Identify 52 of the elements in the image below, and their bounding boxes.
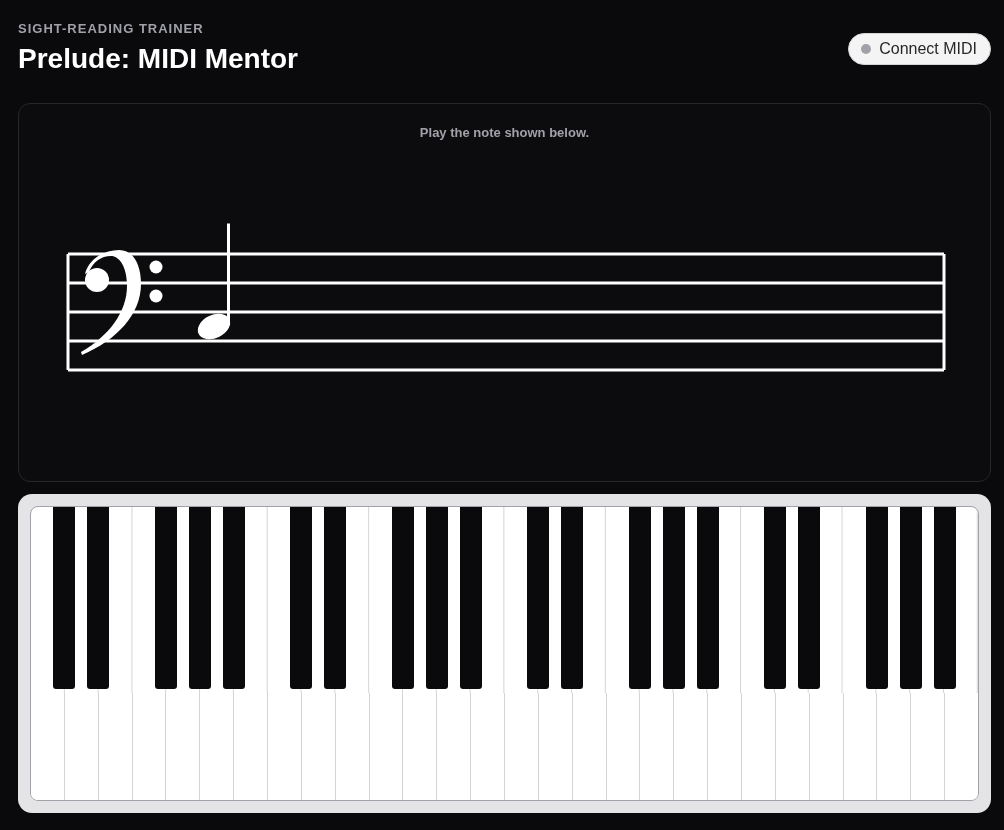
natural-key[interactable] bbox=[606, 693, 640, 800]
sharp-key[interactable] bbox=[899, 507, 922, 689]
natural-key[interactable] bbox=[64, 693, 98, 800]
natural-key[interactable] bbox=[403, 693, 437, 800]
natural-key[interactable] bbox=[301, 693, 335, 800]
sharp-key[interactable] bbox=[391, 507, 414, 689]
sharp-key[interactable] bbox=[459, 507, 482, 689]
sharp-key[interactable] bbox=[87, 507, 110, 689]
natural-key[interactable] bbox=[572, 693, 606, 800]
sharp-key[interactable] bbox=[188, 507, 211, 689]
natural-key[interactable] bbox=[911, 693, 945, 800]
natural-key[interactable] bbox=[742, 693, 775, 800]
sharp-key[interactable] bbox=[696, 507, 719, 689]
sharp-key[interactable] bbox=[290, 507, 313, 689]
natural-key[interactable] bbox=[809, 693, 843, 800]
sharp-key[interactable] bbox=[527, 507, 550, 689]
sharp-key[interactable] bbox=[865, 507, 888, 689]
sharp-key[interactable] bbox=[764, 507, 787, 689]
natural-key[interactable] bbox=[775, 693, 809, 800]
natural-key[interactable] bbox=[132, 693, 166, 800]
natural-key[interactable] bbox=[505, 693, 538, 800]
natural-key[interactable] bbox=[843, 693, 877, 800]
natural-key[interactable] bbox=[877, 693, 911, 800]
natural-key[interactable] bbox=[369, 693, 403, 800]
sharp-key[interactable] bbox=[324, 507, 347, 689]
natural-key[interactable] bbox=[471, 693, 505, 800]
natural-key[interactable] bbox=[234, 693, 267, 800]
prompt-text: Play the note shown below. bbox=[419, 125, 590, 141]
sharp-key[interactable] bbox=[53, 507, 76, 689]
natural-key[interactable] bbox=[335, 693, 369, 800]
natural-key[interactable] bbox=[640, 693, 674, 800]
natural-key[interactable] bbox=[674, 693, 708, 800]
natural-key[interactable] bbox=[166, 693, 200, 800]
natural-key[interactable] bbox=[437, 693, 471, 800]
natural-key[interactable] bbox=[538, 693, 572, 800]
sharp-key[interactable] bbox=[662, 507, 685, 689]
natural-key[interactable] bbox=[268, 693, 301, 800]
app-eyebrow: SIGHT-READING TRAINER bbox=[18, 21, 205, 37]
natural-key[interactable] bbox=[708, 693, 742, 800]
sharp-key[interactable] bbox=[154, 507, 177, 689]
sharp-key[interactable] bbox=[425, 507, 448, 689]
sharp-key[interactable] bbox=[798, 507, 821, 689]
sharp-key[interactable] bbox=[222, 507, 245, 689]
connect-midi-button[interactable]: Connect MIDI bbox=[848, 33, 991, 65]
sharp-key[interactable] bbox=[628, 507, 651, 689]
natural-key[interactable] bbox=[31, 693, 64, 800]
natural-key[interactable] bbox=[945, 693, 978, 800]
sharp-key[interactable] bbox=[933, 507, 956, 689]
natural-key[interactable] bbox=[200, 693, 234, 800]
page-title: Prelude: MIDI Mentor bbox=[18, 42, 298, 76]
sharp-key[interactable] bbox=[561, 507, 584, 689]
natural-key[interactable] bbox=[98, 693, 132, 800]
